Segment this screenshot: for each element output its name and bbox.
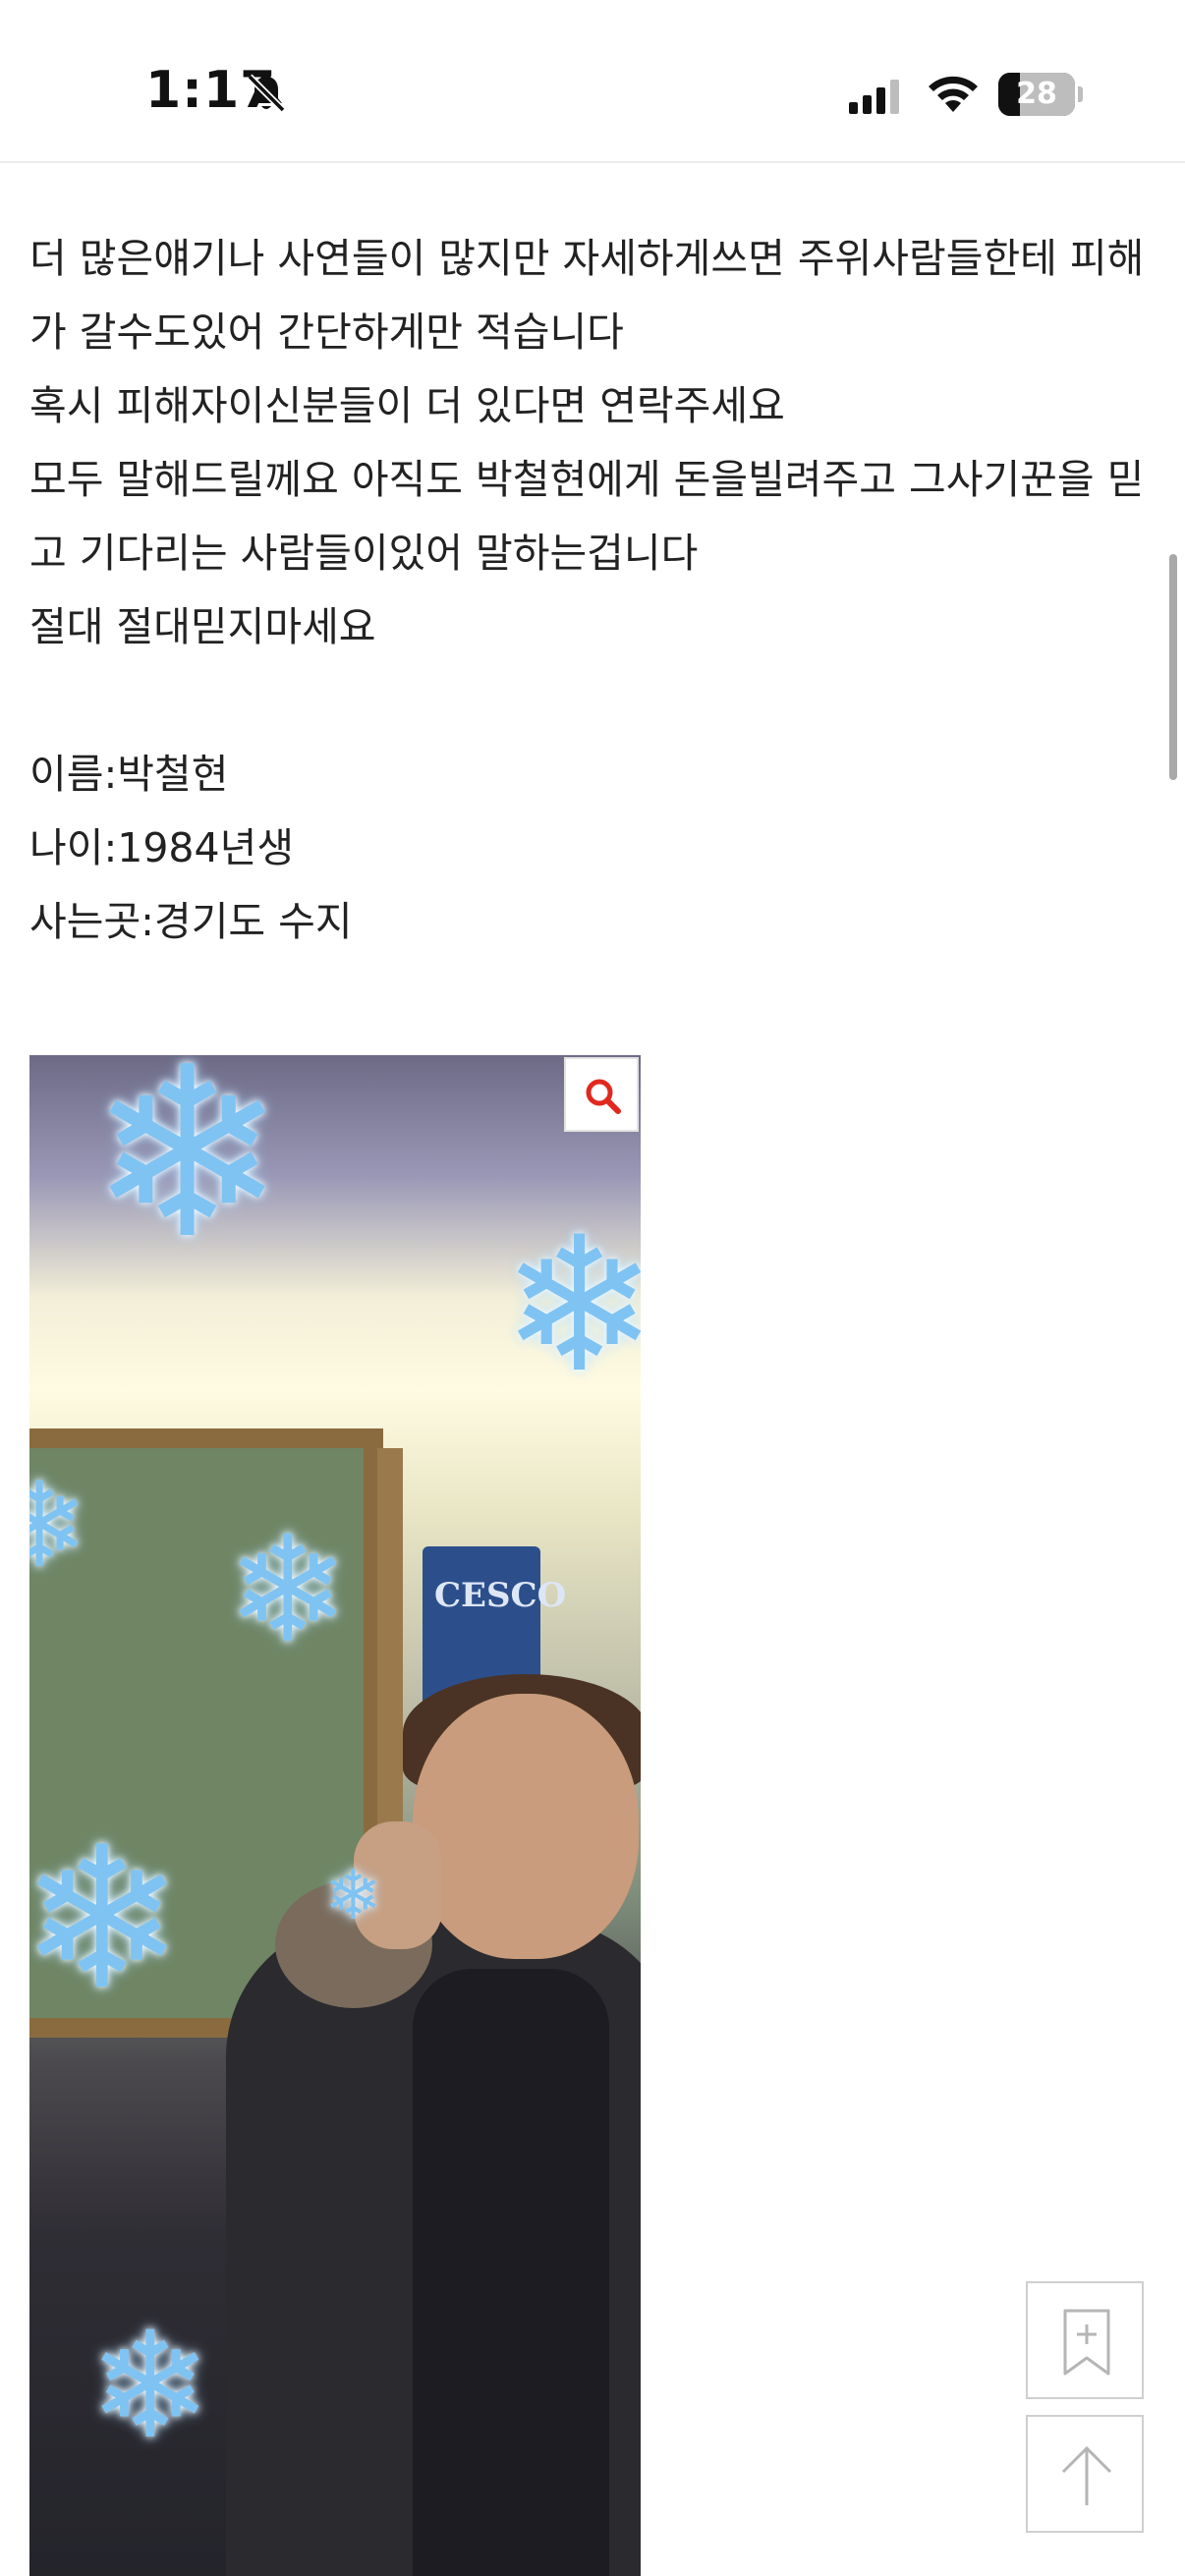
scroll-top-button[interactable] <box>1026 2415 1144 2533</box>
bookmark-add-icon <box>1063 2309 1110 2376</box>
profile-age: 나이:1984년생 <box>29 824 295 871</box>
article-line: 가 갈수도있어 간단하게만 적습니다 <box>29 308 624 356</box>
profile-residence: 사는곳:경기도 수지 <box>29 898 353 945</box>
article-body: 더 많은얘기나 사연들이 많지만 자세하게쓰면 주위사람들한테 피해 가 갈수도… <box>29 222 1159 959</box>
article-photo[interactable]: CESCO ❄ ❄ ❄ ❄ ❄ ❄ ❄ <box>29 1055 641 2576</box>
zoom-button[interactable] <box>564 1057 639 1132</box>
bell-slash-icon <box>247 74 286 113</box>
article-line: 더 많은얘기나 사연들이 많지만 자세하게쓰면 주위사람들한테 피해 <box>29 235 1145 282</box>
snowflake-icon: ❄ <box>501 1197 641 1414</box>
snowflake-icon: ❄ <box>88 1055 287 1291</box>
article-line: 고 기다리는 사람들이있어 말하는겁니다 <box>29 530 699 577</box>
arrow-up-icon <box>1061 2445 1112 2505</box>
photo-shirt <box>413 1969 609 2576</box>
cellular-signal-icon <box>849 80 899 114</box>
magnifier-icon <box>586 1079 621 1114</box>
photo-face <box>413 1694 639 1959</box>
article-line: 모두 말해드릴께요 아직도 박철현에게 돈을빌려주고 그사기꾼을 믿 <box>29 456 1145 503</box>
article-line: 절대 절대믿지마세요 <box>29 603 376 650</box>
snowflake-icon: ❄ <box>226 1505 350 1676</box>
snowflake-icon: ❄ <box>29 1458 89 1595</box>
battery-level: 28 <box>1016 77 1057 111</box>
scrollbar-thumb[interactable] <box>1169 554 1177 780</box>
status-bar: 1:17 28 <box>0 0 1185 163</box>
wifi-icon <box>929 76 978 112</box>
article-line: 혹시 피해자이신분들이 더 있다면 연락주세요 <box>29 382 785 429</box>
photo-sign-text: CESCO <box>434 1576 567 1615</box>
snowflake-icon: ❄ <box>29 1805 185 2034</box>
profile-name: 이름:박철현 <box>29 751 229 798</box>
snowflake-icon: ❄ <box>324 1855 382 1935</box>
battery-icon: 28 <box>998 73 1083 116</box>
bookmark-button[interactable] <box>1026 2281 1144 2399</box>
snowflake-icon: ❄ <box>88 2301 212 2472</box>
